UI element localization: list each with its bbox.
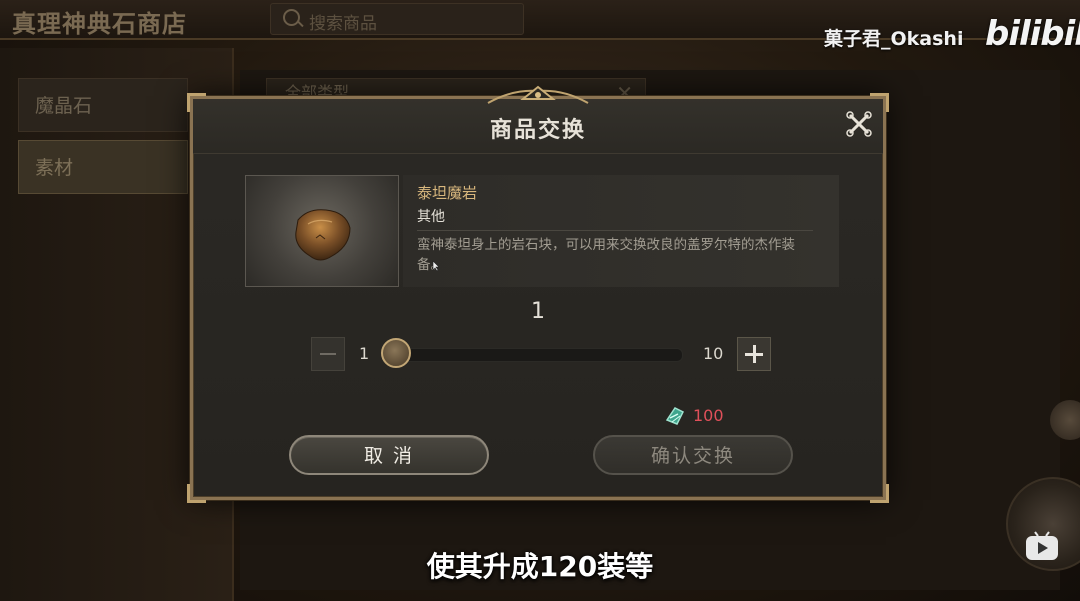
sidebar-item-magic-crystal[interactable]: 魔晶石	[18, 78, 188, 132]
shop-search-input[interactable]: 搜索商品	[270, 3, 524, 35]
dialog-title: 商品交换	[489, 117, 586, 143]
bilibili-logo: bilibili	[985, 14, 1080, 54]
quantity-value: 1	[531, 299, 545, 324]
search-icon	[283, 9, 300, 26]
slider-handle[interactable]	[381, 338, 411, 368]
bilibili-tv-icon	[1026, 531, 1058, 560]
slider-min-label: 1	[359, 344, 370, 363]
divider	[417, 230, 813, 231]
decrease-quantity-button[interactable]	[311, 337, 345, 371]
exchange-dialog: 商品交换 泰坦魔岩 其他 蛮神泰坦身上的岩石块，可以用来交换改良的盖罗尔特的杰作…	[187, 85, 889, 503]
close-icon[interactable]	[845, 110, 873, 138]
confirm-exchange-button[interactable]: 确认交换	[593, 435, 793, 475]
item-info-panel: 泰坦魔岩 其他 蛮神泰坦身上的岩石块，可以用来交换改良的盖罗尔特的杰作装备。	[403, 175, 839, 287]
quantity-slider[interactable]	[381, 338, 683, 368]
item-thumbnail	[245, 175, 399, 287]
sidebar-item-materials[interactable]: 素材	[18, 140, 188, 194]
uploader-name: 菓子君_Okashi	[824, 28, 964, 50]
mouse-cursor-icon	[432, 260, 440, 272]
cancel-button[interactable]: 取 消	[289, 435, 489, 475]
slider-max-label: 10	[703, 344, 724, 363]
video-subtitle: 使其升成120装等	[426, 550, 654, 583]
increase-quantity-button[interactable]	[737, 337, 771, 371]
price-amount: 100	[693, 406, 724, 425]
frame-corner	[187, 484, 206, 503]
dialog-header: 商品交换	[193, 99, 883, 154]
shop-title: 真理神典石商店	[12, 9, 187, 38]
titan-rock-icon	[295, 209, 351, 261]
item-name: 泰坦魔岩	[417, 184, 478, 202]
frame-corner	[870, 484, 889, 503]
currency-gem-icon	[665, 407, 685, 425]
item-category: 其他	[417, 209, 445, 225]
crest-ornament-icon	[487, 85, 589, 104]
search-placeholder: 搜索商品	[309, 14, 377, 34]
item-description: 蛮神泰坦身上的岩石块，可以用来交换改良的盖罗尔特的杰作装备。	[417, 237, 795, 273]
